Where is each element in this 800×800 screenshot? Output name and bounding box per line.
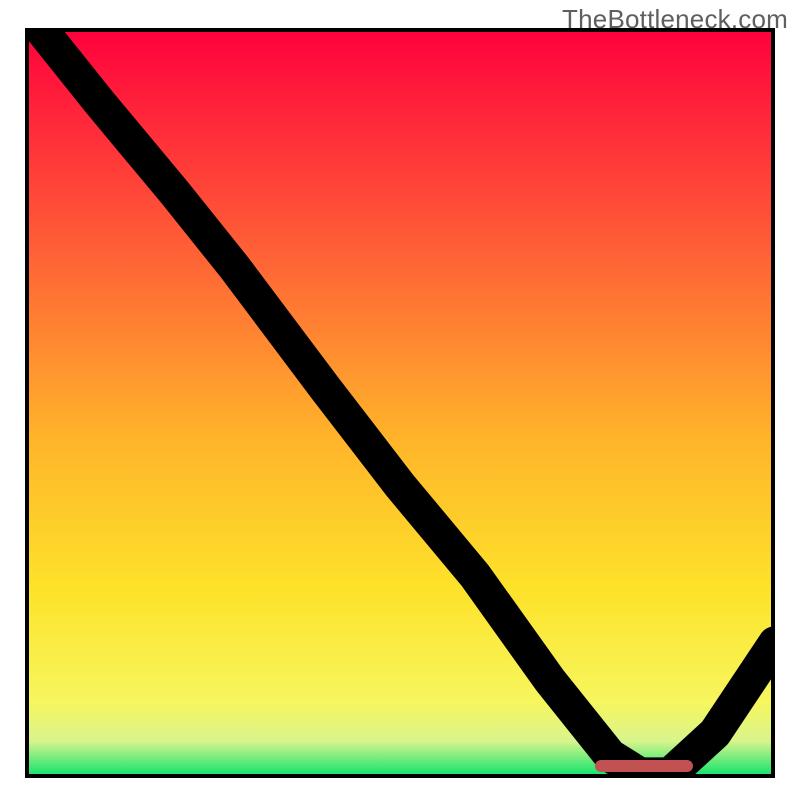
sweet-spot-marker [595, 760, 693, 772]
curve-path [40, 28, 775, 774]
chart-area [25, 28, 775, 778]
bottleneck-curve [25, 28, 775, 778]
root: TheBottleneck.com [0, 0, 800, 800]
